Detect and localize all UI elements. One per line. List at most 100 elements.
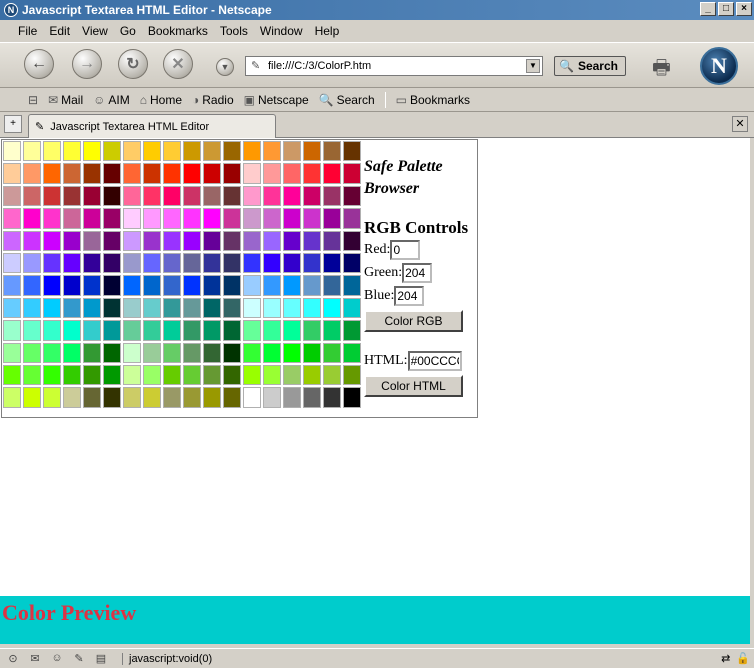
palette-color-cell[interactable] — [103, 163, 121, 184]
palette-color-cell[interactable] — [343, 342, 361, 363]
palette-color-cell[interactable] — [343, 320, 361, 341]
palette-color-cell[interactable] — [263, 320, 281, 341]
palette-color-cell[interactable] — [263, 297, 281, 319]
palette-color-cell[interactable] — [63, 320, 81, 341]
menu-go[interactable]: Go — [120, 24, 136, 38]
palette-color-cell[interactable] — [163, 364, 181, 386]
palette-color-cell[interactable] — [243, 163, 261, 184]
green-input[interactable] — [402, 263, 433, 283]
palette-color-cell[interactable] — [83, 230, 101, 251]
palette-color-cell[interactable] — [203, 163, 221, 184]
palette-color-cell[interactable] — [83, 252, 101, 274]
palette-color-cell[interactable] — [183, 342, 201, 363]
palette-color-cell[interactable] — [283, 208, 301, 229]
palette-color-cell[interactable] — [243, 275, 261, 296]
palette-color-cell[interactable] — [203, 185, 221, 207]
palette-color-cell[interactable] — [43, 208, 61, 229]
palette-color-cell[interactable] — [63, 364, 81, 386]
search-link[interactable]: 🔍 Search — [319, 93, 375, 107]
palette-color-cell[interactable] — [123, 141, 141, 162]
palette-color-cell[interactable] — [183, 320, 201, 341]
palette-color-cell[interactable] — [63, 275, 81, 296]
palette-color-cell[interactable] — [243, 320, 261, 341]
aim-icon[interactable]: ☺ — [50, 652, 64, 666]
palette-color-cell[interactable] — [83, 387, 101, 408]
palette-color-cell[interactable] — [263, 230, 281, 251]
print-icon[interactable]: 🖶 — [652, 53, 682, 79]
palette-color-cell[interactable] — [3, 275, 21, 296]
personal-toolbar-menu[interactable]: ⊟ — [28, 93, 38, 107]
palette-color-cell[interactable] — [203, 141, 221, 162]
palette-color-cell[interactable] — [283, 297, 301, 319]
palette-color-cell[interactable] — [63, 252, 81, 274]
back-button[interactable]: ← — [24, 49, 54, 79]
palette-color-cell[interactable] — [323, 208, 341, 229]
palette-color-cell[interactable] — [143, 185, 161, 207]
palette-color-cell[interactable] — [263, 387, 281, 408]
history-dropdown-button[interactable]: ▼ — [216, 58, 234, 76]
palette-color-cell[interactable] — [223, 320, 241, 341]
palette-color-cell[interactable] — [163, 320, 181, 341]
palette-color-cell[interactable] — [243, 252, 261, 274]
palette-color-cell[interactable] — [43, 320, 61, 341]
forward-button[interactable]: → — [72, 49, 102, 79]
palette-color-cell[interactable] — [103, 185, 121, 207]
stop-button[interactable]: ✕ — [163, 49, 193, 79]
close-button[interactable]: × — [736, 2, 752, 16]
aim-link[interactable]: ☺ AIM — [93, 93, 130, 107]
tab-active[interactable]: ✎ Javascript Textarea HTML Editor — [28, 114, 276, 138]
palette-color-cell[interactable] — [43, 163, 61, 184]
palette-color-cell[interactable] — [163, 387, 181, 408]
palette-color-cell[interactable] — [303, 342, 321, 363]
palette-color-cell[interactable] — [103, 141, 121, 162]
palette-color-cell[interactable] — [63, 141, 81, 162]
palette-color-cell[interactable] — [303, 208, 321, 229]
palette-color-cell[interactable] — [223, 342, 241, 363]
menu-window[interactable]: Window — [260, 24, 303, 38]
palette-color-cell[interactable] — [183, 387, 201, 408]
palette-color-cell[interactable] — [23, 208, 41, 229]
palette-color-cell[interactable] — [103, 230, 121, 251]
palette-color-cell[interactable] — [323, 387, 341, 408]
maximize-button[interactable]: □ — [718, 2, 734, 16]
palette-color-cell[interactable] — [83, 163, 101, 184]
netscape-app-icon[interactable]: N — [4, 3, 18, 17]
address-book-icon[interactable]: ▤ — [94, 652, 108, 666]
palette-color-cell[interactable] — [303, 252, 321, 274]
palette-color-cell[interactable] — [3, 320, 21, 341]
palette-color-cell[interactable] — [163, 141, 181, 162]
palette-color-cell[interactable] — [83, 320, 101, 341]
palette-color-cell[interactable] — [283, 252, 301, 274]
palette-color-cell[interactable] — [163, 208, 181, 229]
palette-color-cell[interactable] — [223, 364, 241, 386]
search-button[interactable]: 🔍 Search — [554, 56, 626, 76]
url-field[interactable]: ✎ file:///C:/3/ColorP.htm ▼ — [245, 56, 543, 76]
palette-color-cell[interactable] — [43, 141, 61, 162]
palette-color-cell[interactable] — [123, 297, 141, 319]
palette-color-cell[interactable] — [3, 342, 21, 363]
palette-color-cell[interactable] — [123, 163, 141, 184]
palette-color-cell[interactable] — [103, 342, 121, 363]
palette-color-cell[interactable] — [43, 275, 61, 296]
palette-color-cell[interactable] — [103, 275, 121, 296]
palette-color-cell[interactable] — [183, 163, 201, 184]
palette-color-cell[interactable] — [43, 185, 61, 207]
mail-icon[interactable]: ✉ — [28, 652, 42, 666]
palette-color-cell[interactable] — [83, 342, 101, 363]
palette-color-cell[interactable] — [223, 387, 241, 408]
palette-color-cell[interactable] — [343, 275, 361, 296]
palette-color-cell[interactable] — [43, 230, 61, 251]
palette-color-cell[interactable] — [203, 387, 221, 408]
palette-color-cell[interactable] — [243, 342, 261, 363]
palette-color-cell[interactable] — [163, 342, 181, 363]
palette-color-cell[interactable] — [83, 141, 101, 162]
close-tab-button[interactable]: ✕ — [732, 116, 748, 132]
bookmarks-link[interactable]: ▭ Bookmarks — [396, 93, 470, 107]
palette-color-cell[interactable] — [43, 252, 61, 274]
palette-color-cell[interactable] — [103, 320, 121, 341]
palette-color-cell[interactable] — [223, 185, 241, 207]
palette-color-cell[interactable] — [263, 141, 281, 162]
palette-color-cell[interactable] — [303, 297, 321, 319]
palette-color-cell[interactable] — [123, 208, 141, 229]
netscape-logo[interactable]: N — [700, 47, 738, 85]
